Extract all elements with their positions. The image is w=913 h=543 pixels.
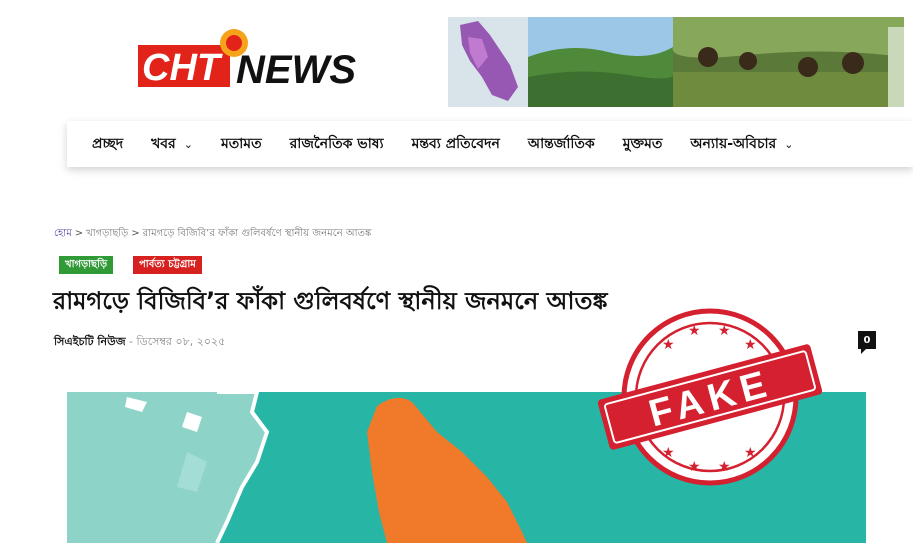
- breadcrumb-separator: >: [131, 228, 140, 239]
- svg-text:★: ★: [744, 445, 757, 461]
- svg-text:★: ★: [744, 337, 757, 353]
- breadcrumb-current: রামগড়ে বিজিবি’র ফাঁকা গুলিবর্ষণে স্থানী…: [142, 228, 372, 239]
- header-banner-image[interactable]: [448, 17, 904, 107]
- nav-item-free-opinion[interactable]: মুক্তমত: [623, 132, 663, 156]
- fake-stamp-overlay: ★ ★ ★ ★ ★ ★ ★ ★ FAKE: [597, 308, 823, 486]
- nav-item-home[interactable]: প্রচ্ছদ: [92, 132, 123, 156]
- article-author[interactable]: সিএইচটি নিউজ: [54, 335, 126, 348]
- nav-item-news[interactable]: খবর ⌄: [151, 132, 193, 156]
- svg-text:★: ★: [662, 445, 675, 461]
- nav-item-opinion[interactable]: মতামত: [221, 132, 262, 156]
- article-title: রামগড়ে বিজিবি’র ফাঁকা গুলিবর্ষণে স্থানী…: [53, 287, 608, 315]
- breadcrumb-category[interactable]: খাগড়াছড়ি: [86, 228, 128, 239]
- chevron-down-icon: ⌄: [183, 137, 193, 151]
- breadcrumb-home[interactable]: হোম: [54, 228, 72, 239]
- chevron-down-icon: ⌄: [784, 137, 794, 151]
- article-date: ডিসেম্বর ০৮, ২০২৫: [136, 335, 226, 348]
- svg-text:★: ★: [718, 459, 731, 475]
- category-tag-chittagong-hill-tracts[interactable]: পার্বত্য চট্টগ্রাম: [133, 256, 202, 274]
- svg-text:★: ★: [688, 459, 701, 475]
- category-tag-khagrachari[interactable]: খাগড়াছড়ি: [59, 256, 114, 274]
- nav-item-injustice[interactable]: অন্যায়-অবিচার ⌄: [690, 132, 793, 156]
- nav-item-political-commentary[interactable]: রাজনৈতিক ভাষ্য: [290, 132, 384, 156]
- main-nav: প্রচ্ছদ খবর ⌄ মতামত রাজনৈতিক ভাষ্য মন্তব্…: [67, 121, 913, 167]
- logo-text-cht: CHT: [142, 47, 223, 89]
- nav-item-commentary-report[interactable]: মন্তব্য প্রতিবেদন: [412, 132, 500, 156]
- site-logo[interactable]: CHT NEWS: [138, 26, 383, 92]
- article-meta: সিএইচটি নিউজ - ডিসেম্বর ০৮, ২০২৫: [54, 335, 226, 348]
- svg-text:★: ★: [662, 337, 675, 353]
- svg-text:★: ★: [718, 323, 731, 339]
- comment-count-badge[interactable]: 0: [858, 331, 876, 354]
- breadcrumb: হোম > খাগড়াছড়ি > রামগড়ে বিজিবি’র ফাঁকা গু…: [54, 226, 371, 243]
- logo-text-news: NEWS: [236, 48, 356, 92]
- breadcrumb-separator: >: [74, 228, 84, 239]
- svg-text:★: ★: [688, 323, 701, 339]
- nav-item-international[interactable]: আন্তর্জাতিক: [528, 132, 595, 156]
